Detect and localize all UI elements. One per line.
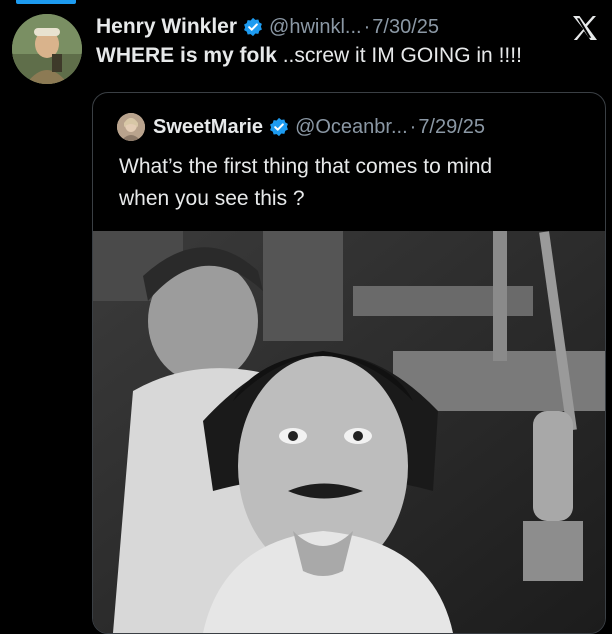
- x-logo-icon[interactable]: [568, 12, 600, 44]
- quoted-date-separator: ·: [409, 115, 417, 138]
- active-tab-indicator: [16, 0, 76, 4]
- tweet-date[interactable]: 7/30/25: [372, 16, 439, 39]
- verified-badge-icon: [243, 17, 263, 37]
- tweet-header: Henry Winkler @hwinkl... · 7/30/25: [96, 12, 598, 42]
- date-separator: ·: [363, 15, 371, 38]
- author-handle[interactable]: @hwinkl...: [269, 16, 362, 39]
- tweet-text-bold: WHERE is my folk: [96, 44, 277, 67]
- tweet-container: Henry Winkler @hwinkl... · 7/30/25 WHERE…: [0, 0, 612, 634]
- tweet-text: WHERE is my folk ..screw it IM GOING in …: [96, 44, 598, 68]
- quoted-tweet-header: SweetMarie @Oceanbr... · 7/29/25: [117, 113, 595, 141]
- quoted-tweet-date[interactable]: 7/29/25: [418, 116, 485, 139]
- verified-badge-icon: [269, 117, 289, 137]
- author-name[interactable]: Henry Winkler: [96, 15, 237, 39]
- quoted-tweet-card[interactable]: SweetMarie @Oceanbr... · 7/29/25 What’s …: [92, 92, 606, 634]
- quoted-author-avatar[interactable]: [117, 113, 145, 141]
- quoted-tweet-photo[interactable]: [93, 231, 605, 633]
- quoted-author-handle[interactable]: @Oceanbr...: [295, 116, 408, 139]
- tweet-text-rest: ..screw it IM GOING in !!!!: [276, 44, 522, 67]
- quoted-tweet-text: What’s the first thing that comes to min…: [119, 151, 585, 215]
- quoted-tweet-text-line-1: What’s the first thing that comes to min…: [119, 155, 493, 178]
- author-avatar[interactable]: [12, 14, 82, 84]
- quoted-author-name[interactable]: SweetMarie: [153, 116, 263, 139]
- quoted-tweet-text-line-2: when you see this ?: [119, 187, 305, 210]
